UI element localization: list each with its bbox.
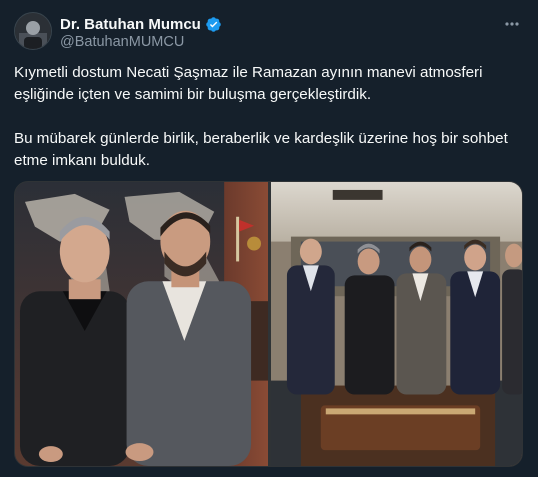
author-avatar[interactable] bbox=[14, 12, 52, 50]
tweet-media-grid bbox=[14, 181, 523, 467]
photo-two-men bbox=[15, 182, 268, 466]
tweet-card: Dr. Batuhan Mumcu @BatuhanMUMCU Kıymetli… bbox=[0, 0, 538, 477]
author-name-row: Dr. Batuhan Mumcu bbox=[60, 15, 222, 33]
tweet-text: Kıymetli dostum Necati Şaşmaz ile Ramaza… bbox=[14, 62, 526, 172]
tweet-paragraph-2: Bu mübarek günlerde birlik, beraberlik v… bbox=[14, 130, 508, 169]
more-options-icon[interactable] bbox=[502, 14, 522, 34]
author-handle[interactable]: @BatuhanMUMCU bbox=[60, 34, 184, 50]
author-display-name[interactable]: Dr. Batuhan Mumcu bbox=[60, 16, 201, 33]
avatar-photo bbox=[15, 13, 51, 49]
media-photo-1[interactable] bbox=[15, 182, 268, 466]
tweet-header: Dr. Batuhan Mumcu @BatuhanMUMCU bbox=[14, 12, 524, 52]
media-photo-2[interactable] bbox=[271, 182, 522, 466]
photo-group-of-five bbox=[271, 182, 522, 466]
tweet-paragraph-1: Kıymetli dostum Necati Şaşmaz ile Ramaza… bbox=[14, 64, 483, 103]
verified-badge-icon bbox=[205, 16, 222, 33]
